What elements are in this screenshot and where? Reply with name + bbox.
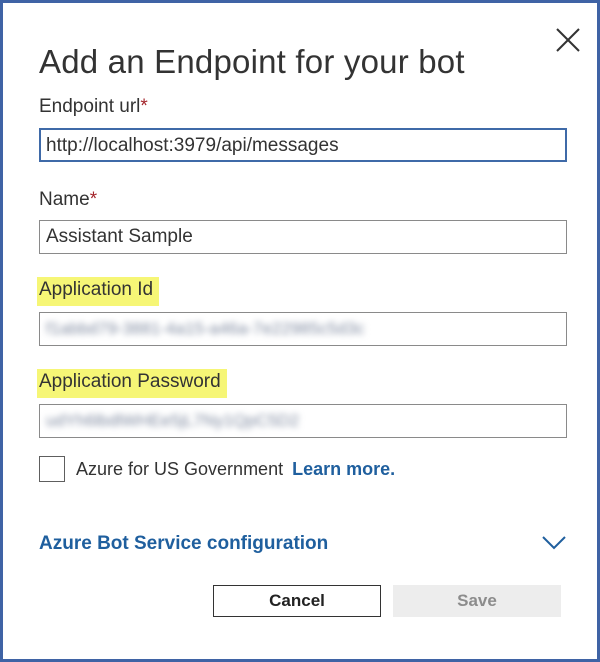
required-mark: * bbox=[89, 189, 98, 210]
endpoint-url-label: Endpoint url* bbox=[39, 96, 148, 118]
name-label-text: Name bbox=[39, 189, 90, 210]
application-id-label: Application Id bbox=[37, 277, 160, 306]
application-id-label-text: Application Id bbox=[37, 277, 160, 306]
application-id-value: f1abbd79-3881-4a15-a46a-7e22985c5d3c bbox=[46, 319, 365, 338]
add-endpoint-dialog: Add an Endpoint for your bot Endpoint ur… bbox=[0, 0, 600, 662]
azure-gov-checkbox[interactable] bbox=[39, 456, 65, 482]
application-password-label: Application Password bbox=[37, 369, 227, 398]
application-password-value: udYh6lbdlWHEe5jL7Ny1QpC5D2 bbox=[46, 411, 300, 430]
dialog-title: Add an Endpoint for your bot bbox=[39, 43, 465, 80]
application-id-input[interactable]: f1abbd79-3881-4a15-a46a-7e22985c5d3c bbox=[39, 312, 567, 346]
endpoint-url-value: http://localhost:3979/api/messages bbox=[46, 135, 339, 156]
close-button[interactable] bbox=[551, 23, 585, 57]
name-input[interactable]: Assistant Sample bbox=[39, 220, 567, 254]
application-password-input[interactable]: udYh6lbdlWHEe5jL7Ny1QpC5D2 bbox=[39, 404, 567, 438]
azure-gov-label: Azure for US Government Learn more. bbox=[76, 459, 395, 480]
required-mark: * bbox=[140, 96, 148, 117]
close-icon bbox=[556, 28, 580, 52]
endpoint-url-input[interactable]: http://localhost:3979/api/messages bbox=[39, 128, 567, 162]
azure-gov-label-text: Azure for US Government bbox=[76, 459, 284, 479]
name-label: Name* bbox=[39, 189, 97, 211]
save-button[interactable]: Save bbox=[393, 585, 561, 617]
cancel-button[interactable]: Cancel bbox=[213, 585, 381, 617]
endpoint-url-label-text: Endpoint url bbox=[39, 96, 141, 117]
azure-bot-service-toggle[interactable]: Azure Bot Service configuration bbox=[39, 533, 328, 555]
expand-button[interactable] bbox=[540, 531, 568, 553]
chevron-down-icon bbox=[542, 536, 566, 550]
learn-more-link[interactable]: Learn more. bbox=[292, 459, 395, 479]
application-password-label-text: Application Password bbox=[37, 369, 227, 398]
name-value: Assistant Sample bbox=[46, 226, 193, 247]
